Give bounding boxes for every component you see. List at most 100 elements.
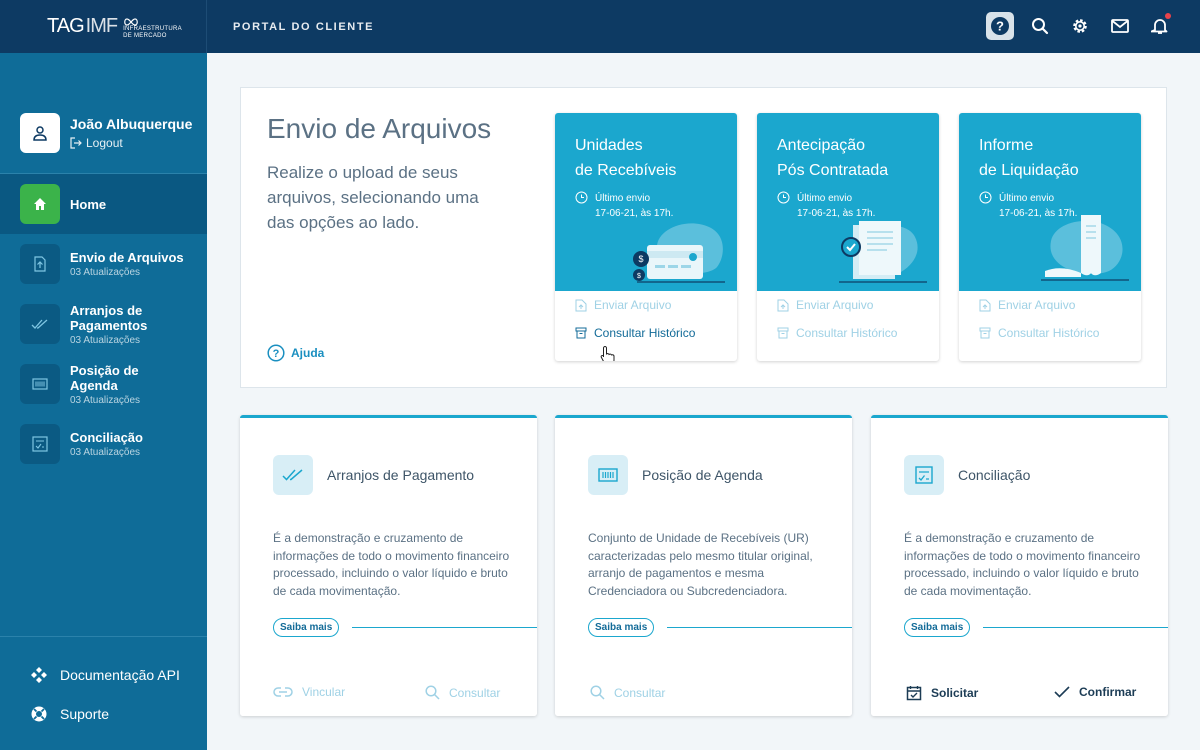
send-file-label: Enviar Arquivo — [796, 298, 874, 312]
card-description: Conjunto de Unidade de Recebíveis (UR) c… — [588, 531, 813, 598]
last-upload-label: Último envio — [595, 193, 651, 204]
clock-icon — [979, 191, 992, 204]
history-button[interactable]: Consultar Histórico — [959, 319, 1141, 347]
link-label: Vincular — [302, 685, 346, 699]
calendar-check-icon — [906, 686, 922, 701]
clock-icon — [575, 191, 588, 204]
clock-icon — [777, 191, 790, 204]
send-file-button[interactable]: Enviar Arquivo — [959, 291, 1141, 319]
history-button[interactable]: Consultar Histórico — [757, 319, 939, 347]
title-line-1: Antecipação — [777, 137, 866, 154]
nav-icon-box — [20, 424, 60, 464]
consult-label: Consultar — [449, 685, 501, 700]
sidebar-item-conciliacao[interactable]: Conciliação 03 Atualizações — [0, 414, 207, 474]
notifications-button[interactable] — [1146, 12, 1174, 40]
link-icon — [273, 687, 293, 697]
learn-more-button[interactable]: Saiba mais — [588, 618, 655, 637]
nav-icon-box — [20, 304, 60, 344]
upload-card-title: Antecipação Pós Contratada — [777, 133, 927, 183]
help-button[interactable]: ? — [986, 12, 1014, 40]
search-button[interactable] — [1026, 12, 1054, 40]
logout-link[interactable]: Logout — [70, 136, 192, 150]
search-icon — [425, 685, 440, 700]
user-icon — [33, 126, 47, 141]
check-icon — [1054, 686, 1070, 698]
title-line-2: Pós Contratada — [777, 162, 889, 179]
sidebar-item-label: Posição de Agenda — [70, 362, 139, 393]
card-header: Arranjos de Pagamento — [273, 455, 474, 495]
card-illustration — [839, 221, 927, 283]
page-description: Realize o upload de seus arquivos, selec… — [267, 163, 479, 232]
logo[interactable]: TAG IMF INFRAESTRUTURA DE MERCADO — [0, 0, 207, 53]
consult-button[interactable]: Consultar — [425, 685, 500, 700]
mail-button[interactable] — [1106, 12, 1134, 40]
archive-icon — [979, 327, 991, 339]
logo-sub-1: INFRAESTRUTURA — [123, 25, 182, 32]
upload-card-header: Antecipação Pós Contratada Último envio 17… — [757, 113, 939, 291]
nav-icon-box — [20, 364, 60, 404]
card-header: Conciliação — [904, 455, 1030, 495]
send-file-label: Enviar Arquivo — [998, 298, 1076, 312]
double-check-icon — [31, 319, 48, 329]
card-conciliacao: Conciliação É a demonstração e cruzament… — [871, 415, 1168, 716]
sidebar-item-envio-de-arquivos[interactable]: Envio de Arquivos 03 Atualizações — [0, 234, 207, 294]
request-label: Solicitar — [931, 686, 979, 700]
send-file-button[interactable]: Enviar Arquivo — [757, 291, 939, 319]
user-name: João Albuquerque — [70, 116, 193, 132]
card-footer: Vincular Consultar — [240, 670, 537, 716]
help-circle-icon: ? — [267, 344, 285, 362]
svg-text:$: $ — [637, 273, 641, 280]
svg-text:?: ? — [273, 348, 280, 360]
logo-subtitle: INFRAESTRUTURA DE MERCADO — [123, 26, 182, 40]
settings-button[interactable] — [1066, 12, 1094, 40]
upload-card-antecipacao: Antecipação Pós Contratada Último envio 17… — [757, 113, 939, 361]
card-footer: Solicitar Confirmar — [871, 670, 1168, 716]
card-arranjos: Arranjos de Pagamento É a demonstração e… — [240, 415, 537, 716]
send-file-label: Enviar Arquivo — [594, 298, 672, 312]
logo-text: TAG IMF — [47, 15, 118, 38]
file-upload-icon — [777, 299, 789, 311]
sidebar-item-updates: 03 Atualizações — [70, 267, 141, 278]
support-link[interactable]: Suporte — [30, 694, 207, 733]
consult-button[interactable]: Consultar — [590, 685, 665, 700]
logo-sub-2: DE MERCADO — [123, 32, 167, 39]
learn-more-row: Saiba mais — [273, 618, 537, 637]
svg-text:?: ? — [996, 19, 1004, 34]
request-button[interactable]: Solicitar — [906, 685, 978, 701]
learn-more-button[interactable]: Saiba mais — [273, 618, 340, 637]
sidebar-item-label: Arranjos de Pagamentos — [70, 302, 148, 333]
logout-icon — [70, 137, 82, 149]
confirm-button[interactable]: Confirmar — [1054, 685, 1136, 699]
archive-icon — [575, 327, 587, 339]
checklist-icon — [32, 436, 48, 452]
card-icon-box — [904, 455, 944, 495]
upload-card-unidades: Unidades de Recebíveis Último envio 17-06-… — [555, 113, 737, 361]
search-icon — [1032, 18, 1049, 35]
archive-icon — [777, 327, 789, 339]
help-link[interactable]: ? Ajuda — [267, 344, 324, 362]
user-block: João Albuquerque Logout — [0, 53, 207, 173]
sidebar-item-posicao-de-agenda[interactable]: Posição de Agenda 03 Atualizações — [0, 354, 207, 414]
card-posicao-de-agenda: Posição de Agenda Conjunto de Unidade de… — [555, 415, 852, 716]
sidebar-item-updates: 03 Atualizações — [70, 334, 141, 346]
lifebuoy-icon — [31, 706, 47, 721]
link-button[interactable]: Vincular — [273, 685, 345, 699]
history-label: Consultar Histórico — [998, 326, 1100, 340]
sidebar-item-home[interactable]: Home — [0, 174, 207, 234]
learn-more-button[interactable]: Saiba mais — [904, 618, 971, 637]
sidebar-item-updates: 03 Atualizações — [70, 447, 141, 458]
avatar[interactable] — [20, 113, 60, 153]
card-title: Posição de Agenda — [642, 467, 763, 483]
api-docs-link[interactable]: Documentação API — [30, 655, 207, 694]
sidebar-item-arranjos[interactable]: Arranjos de Pagamentos 03 Atualizações — [0, 294, 207, 354]
nav-icon-box — [20, 184, 60, 224]
learn-more-row: Saiba mais — [588, 618, 852, 637]
history-button[interactable]: Consultar Histórico — [555, 319, 737, 347]
upload-file-icon — [34, 256, 46, 272]
divider-line — [667, 627, 852, 628]
sidebar-item-label: Conciliação — [70, 430, 143, 445]
history-label: Consultar Histórico — [594, 326, 696, 340]
api-docs-label: Documentação API — [60, 666, 180, 683]
send-file-button[interactable]: Enviar Arquivo — [555, 291, 737, 319]
nav-icon-box — [20, 244, 60, 284]
